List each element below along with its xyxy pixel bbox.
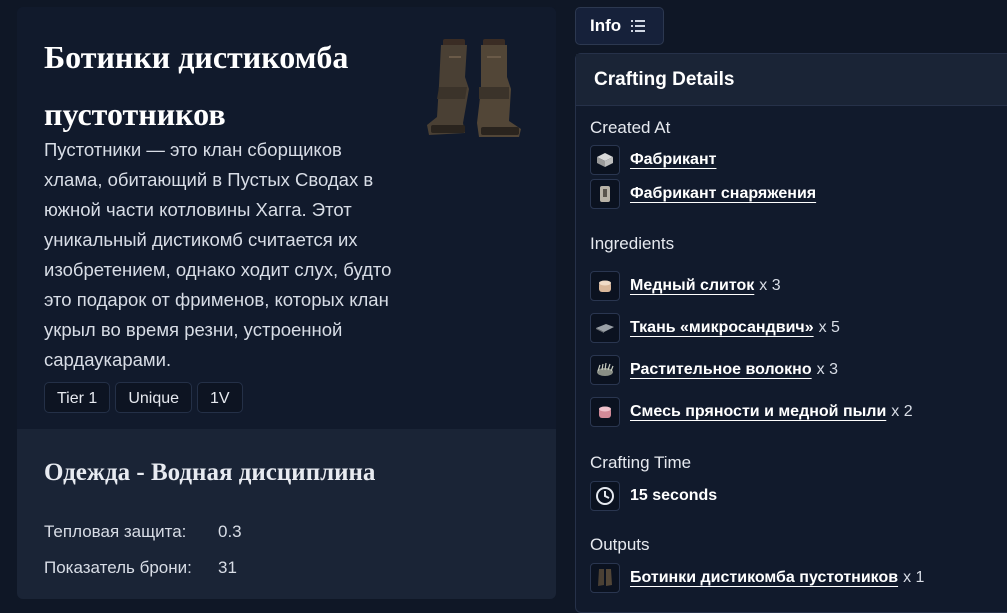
copper-ingot-icon bbox=[590, 271, 620, 301]
ingredient-item[interactable]: Медный слиток x 3 bbox=[590, 270, 781, 302]
ingredient-qty: x 5 bbox=[818, 319, 840, 336]
spice-mix-icon bbox=[590, 397, 620, 427]
crafting-time-label: Crafting Time bbox=[590, 453, 692, 472]
item-hero: Ботинки дистикомба пустотников Пустотник… bbox=[17, 7, 556, 429]
created-at-link[interactable]: Фабрикант снаряжения bbox=[630, 185, 816, 203]
tag-tier: Tier 1 bbox=[44, 382, 111, 413]
ingredient-link[interactable]: Смесь пряности и медной пыли bbox=[630, 403, 886, 421]
output-link[interactable]: Ботинки дистикомба пустотников bbox=[630, 569, 898, 587]
gear-fabricator-icon bbox=[590, 179, 620, 209]
clock-icon bbox=[590, 481, 620, 511]
boots-icon bbox=[590, 563, 620, 593]
plant-fiber-icon bbox=[590, 355, 620, 385]
outputs-label: Outputs bbox=[590, 535, 650, 554]
stats-section: Одежда - Водная дисциплина Тепловая защи… bbox=[17, 429, 556, 599]
fabric-icon bbox=[590, 313, 620, 343]
crafting-title: Crafting Details bbox=[594, 69, 735, 90]
stat-label: Тепловая защита: bbox=[44, 522, 187, 541]
stat-value: 31 bbox=[218, 558, 237, 577]
ingredients-label: Ingredients bbox=[590, 234, 675, 253]
crafting-time-row: 15 seconds bbox=[590, 480, 717, 512]
created-at-item[interactable]: Фабрикант bbox=[590, 144, 716, 176]
ingredient-qty: x 3 bbox=[759, 277, 781, 294]
tag-list: Tier 1 Unique 1V bbox=[44, 382, 243, 413]
ingredient-item[interactable]: Ткань «микросандвич» x 5 bbox=[590, 312, 840, 344]
ingredient-link[interactable]: Растительное волокно bbox=[630, 361, 812, 379]
created-at-item[interactable]: Фабрикант снаряжения bbox=[590, 178, 816, 210]
ingredient-item[interactable]: Смесь пряности и медной пыли x 2 bbox=[590, 396, 913, 428]
boots-icon bbox=[427, 39, 521, 137]
created-at-label: Created At bbox=[590, 118, 671, 137]
stat-row-armor: Показатель брони: 31 bbox=[44, 558, 237, 578]
ingredient-item[interactable]: Растительное волокно x 3 bbox=[590, 354, 838, 386]
crafting-time-value: 15 seconds bbox=[630, 487, 718, 504]
item-card: Ботинки дистикомба пустотников Пустотник… bbox=[17, 7, 556, 599]
created-at-link[interactable]: Фабрикант bbox=[630, 151, 716, 169]
stat-row-heat: Тепловая защита: 0.3 bbox=[44, 522, 242, 542]
tag-unique: Unique bbox=[115, 382, 193, 413]
list-icon bbox=[631, 20, 646, 32]
stat-label: Показатель брони: bbox=[44, 558, 192, 577]
ingredient-qty: x 2 bbox=[891, 403, 913, 420]
item-description: Пустотники — это клан сборщиков хлама, о… bbox=[44, 139, 392, 370]
output-qty: x 1 bbox=[903, 569, 925, 586]
tab-info[interactable]: Info bbox=[575, 7, 664, 45]
stats-title: Одежда - Водная дисциплина bbox=[44, 459, 376, 486]
ingredient-link[interactable]: Ткань «микросандвич» bbox=[630, 319, 814, 337]
stat-value: 0.3 bbox=[218, 522, 242, 541]
output-item[interactable]: Ботинки дистикомба пустотников x 1 bbox=[590, 562, 924, 594]
tag-volume: 1V bbox=[197, 382, 243, 413]
crafting-header: Crafting Details bbox=[576, 54, 1007, 106]
ingredient-qty: x 3 bbox=[816, 361, 838, 378]
tab-info-label: Info bbox=[590, 16, 622, 35]
crafting-panel: Crafting Details Created At Фабрикант Фа… bbox=[575, 53, 1007, 613]
item-title: Ботинки дистикомба пустотников bbox=[44, 39, 349, 132]
ingredient-link[interactable]: Медный слиток bbox=[630, 277, 754, 295]
fabricator-icon bbox=[590, 145, 620, 175]
